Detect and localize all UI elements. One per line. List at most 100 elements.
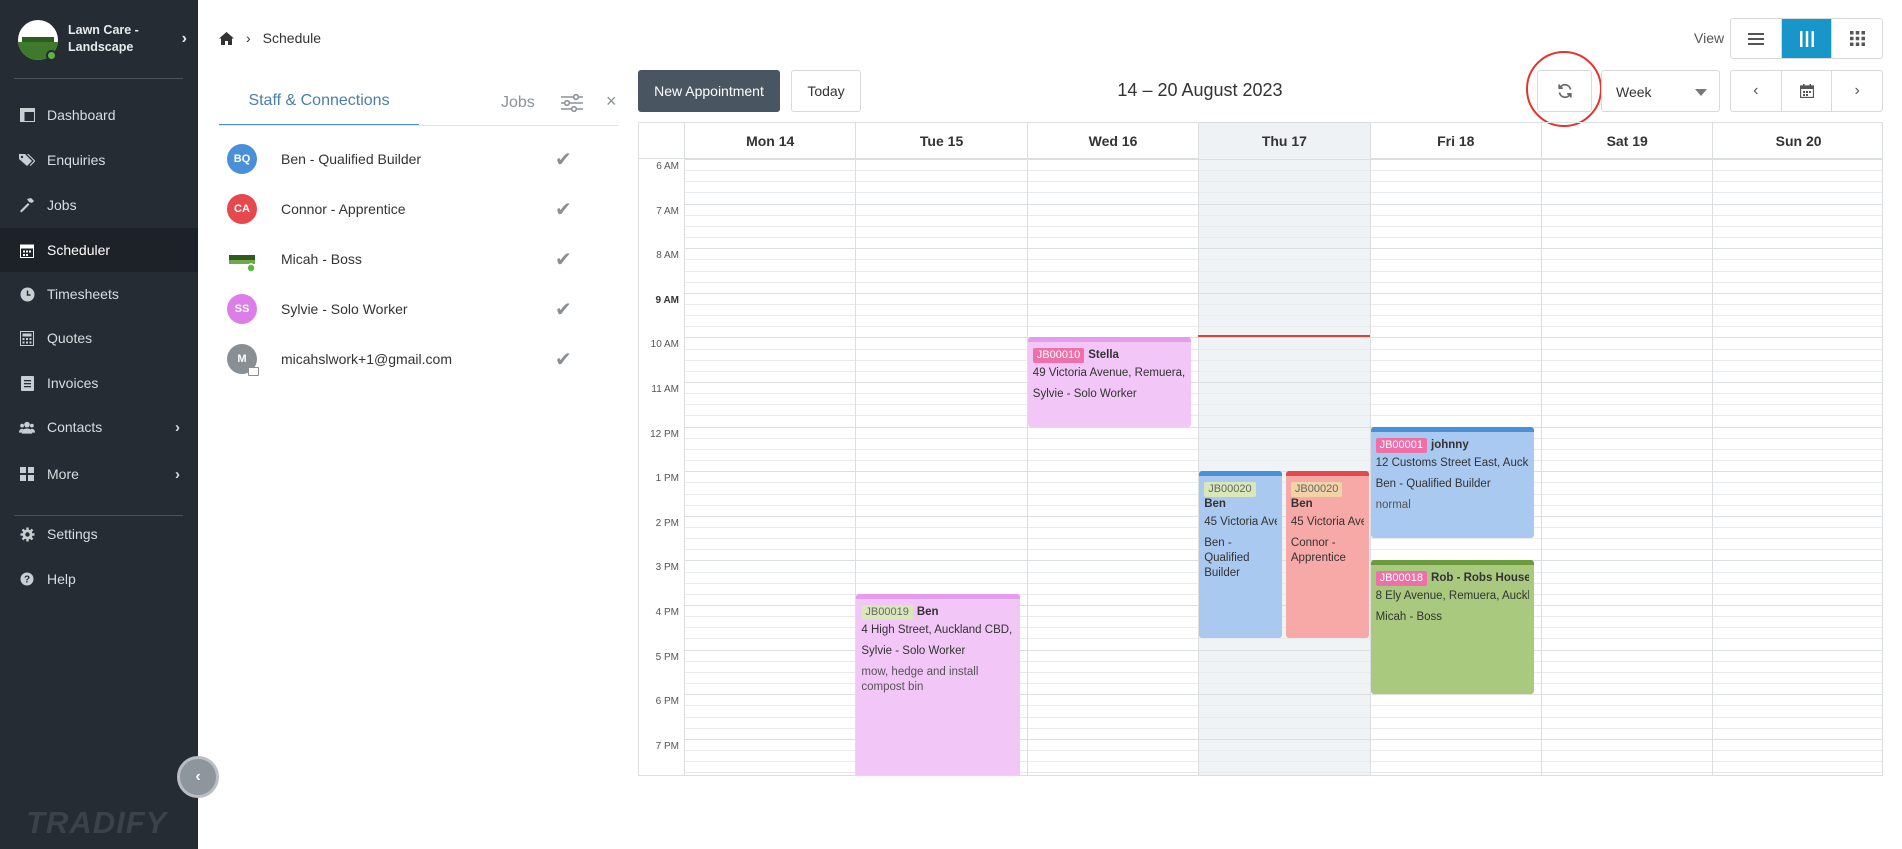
previous-button[interactable]: ‹ <box>1731 71 1782 111</box>
grid-line <box>684 292 1882 294</box>
staff-name: Connor - Apprentice <box>281 201 406 217</box>
appointment-title: johnny <box>1431 438 1469 451</box>
staff-name: Sylvie - Solo Worker <box>281 301 408 317</box>
calendar-header: Mon 14 Tue 15 Wed 16 Thu 17 Fri 18 Sat 19 Sun … <box>639 123 1882 159</box>
sidebar-item-dashboard[interactable]: Dashboard <box>0 93 198 137</box>
check-icon[interactable]: ✔ <box>555 297 572 322</box>
grid-line <box>684 270 1882 272</box>
sidebar-item-invoices[interactable]: Invoices <box>0 361 198 405</box>
sidebar-item-quotes[interactable]: Quotes <box>0 316 198 360</box>
brand-switcher[interactable]: Lawn Care - Landscape › <box>16 18 191 66</box>
divider <box>14 515 183 516</box>
appointment-address: 4 High Street, Auckland CBD, A <box>861 623 1015 636</box>
time-label: 2 PM <box>655 517 679 529</box>
staff-row[interactable]: SS Sylvie - Solo Worker ✔ <box>219 284 589 334</box>
check-icon[interactable]: ✔ <box>555 147 572 172</box>
close-icon[interactable]: × <box>606 91 617 112</box>
appointment-staff: Micah - Boss <box>1375 611 1443 624</box>
column-divider <box>1198 159 1200 775</box>
refresh-icon <box>1557 83 1572 99</box>
footer-logo: TRADIFY <box>26 805 168 840</box>
day-header: Mon 14 <box>684 123 855 159</box>
staff-row[interactable]: CA Connor - Apprentice ✔ <box>219 184 589 234</box>
collapse-sidebar-button[interactable]: ‹ <box>177 756 219 798</box>
time-label: 6 AM <box>656 161 679 172</box>
list-view-button[interactable] <box>1731 19 1782 58</box>
avatar: CA <box>227 194 257 224</box>
job-number-badge: JB00010 <box>1032 348 1085 364</box>
sidebar-item-label: Contacts <box>47 419 103 435</box>
appointment-card[interactable]: JB00010 Stella 49 Victoria Avenue, Remuera… <box>1027 337 1192 427</box>
grid-line <box>684 348 1882 350</box>
new-appointment-button[interactable]: New Appointment <box>638 70 780 112</box>
week-view-button[interactable] <box>1781 19 1833 58</box>
sidebar-item-more[interactable]: More › <box>0 452 198 496</box>
avatar-initials: BQ <box>233 153 251 165</box>
date-picker-button[interactable] <box>1782 71 1833 111</box>
chevron-right-icon: › <box>246 30 251 46</box>
staff-row[interactable]: BQ Ben - Qualified Builder ✔ <box>219 134 589 184</box>
columns-icon <box>1799 30 1814 47</box>
sidebar-item-label: Invoices <box>47 375 99 391</box>
grid-line <box>684 460 1882 462</box>
grid-line <box>684 404 1882 406</box>
time-label: 6 PM <box>655 696 679 708</box>
job-number-badge: JB00001 <box>1375 437 1428 453</box>
home-icon[interactable] <box>219 31 234 45</box>
grid-line <box>684 426 1882 428</box>
appointment-card[interactable]: JB00020 Ben 45 Victoria Ave Ben - Qualified… <box>1199 471 1282 639</box>
appointment-card[interactable]: JB00020 Ben 45 Victoria Ave Connor - Appren… <box>1285 471 1369 639</box>
week-calendar: Mon 14 Tue 15 Wed 16 Thu 17 Fri 18 Sat 19 Sun … <box>638 122 1883 776</box>
column-divider <box>684 159 685 775</box>
sidebar-item-timesheets[interactable]: Timesheets <box>0 272 198 316</box>
today-button[interactable]: Today <box>791 70 861 112</box>
time-label: 11 AM <box>651 384 679 395</box>
day-header: Wed 16 <box>1026 123 1198 159</box>
appointment-title: Stella <box>1088 349 1119 362</box>
sidebar-item-jobs[interactable]: Jobs <box>0 183 198 227</box>
appointment-card[interactable]: JB00019 Ben 4 High Street, Auckland CBD, A… <box>856 593 1020 775</box>
avatar <box>227 244 257 274</box>
job-number-badge: JB00019 <box>861 604 913 620</box>
staff-row[interactable]: Micah - Boss ✔ <box>219 234 589 284</box>
grid-line <box>684 259 1882 261</box>
sidebar-item-contacts[interactable]: Contacts › <box>0 405 198 449</box>
date-range-title: 14 – 20 August 2023 <box>1117 80 1283 100</box>
check-icon[interactable]: ✔ <box>555 197 572 222</box>
grid-line <box>684 549 1882 551</box>
day-header: Sat 19 <box>1541 123 1712 159</box>
time-label: 5 PM <box>655 651 679 663</box>
grid-line <box>684 526 1882 528</box>
sidebar-item-settings[interactable]: Settings <box>0 512 198 556</box>
next-button[interactable]: › <box>1832 71 1882 111</box>
grid-view-button[interactable] <box>1832 19 1882 58</box>
grid-line <box>684 359 1882 361</box>
appointment-staff: Sylvie - Solo Worker <box>1032 388 1137 401</box>
avatar: M <box>227 344 259 376</box>
tab-jobs[interactable]: Jobs <box>501 94 535 112</box>
grid-line <box>684 214 1882 216</box>
appointment-card[interactable]: JB00001 johnny 12 Customs Street East, Auc… <box>1370 426 1534 539</box>
check-icon[interactable]: ✔ <box>555 247 572 272</box>
sidebar-item-scheduler[interactable]: Scheduler <box>0 228 198 272</box>
grid-line <box>684 482 1882 484</box>
grid-line <box>684 448 1882 450</box>
day-header: Thu 17 <box>1198 123 1370 159</box>
calendar-body[interactable]: 6 AM 7 AM 8 AM 9 AM 10 AM 11 AM 12 PM 1 PM 2 PM 3… <box>639 159 1882 775</box>
sidebar-item-label: More <box>47 466 79 482</box>
dashboard-icon <box>19 107 35 123</box>
tab-staff-connections[interactable]: Staff & Connections <box>219 78 419 126</box>
appointment-title: Ben <box>1204 498 1226 511</box>
refresh-button[interactable] <box>1537 70 1592 112</box>
staff-row[interactable]: Mmicahslwork+1@gmail.com ✔ <box>219 334 589 384</box>
filter-icon[interactable] <box>561 93 583 117</box>
sidebar-item-help[interactable]: ? Help <box>0 557 198 601</box>
check-icon[interactable]: ✔ <box>555 347 572 372</box>
grid-line <box>684 515 1882 517</box>
grid-line <box>684 181 1882 183</box>
appointment-card[interactable]: JB00018 Rob - Robs House 8 Ely Avenue, Rem… <box>1370 560 1534 695</box>
column-divider <box>1712 159 1714 775</box>
grid-line <box>684 192 1882 194</box>
sidebar-item-enquiries[interactable]: Enquiries <box>0 138 198 182</box>
period-select[interactable]: Week <box>1601 70 1720 112</box>
